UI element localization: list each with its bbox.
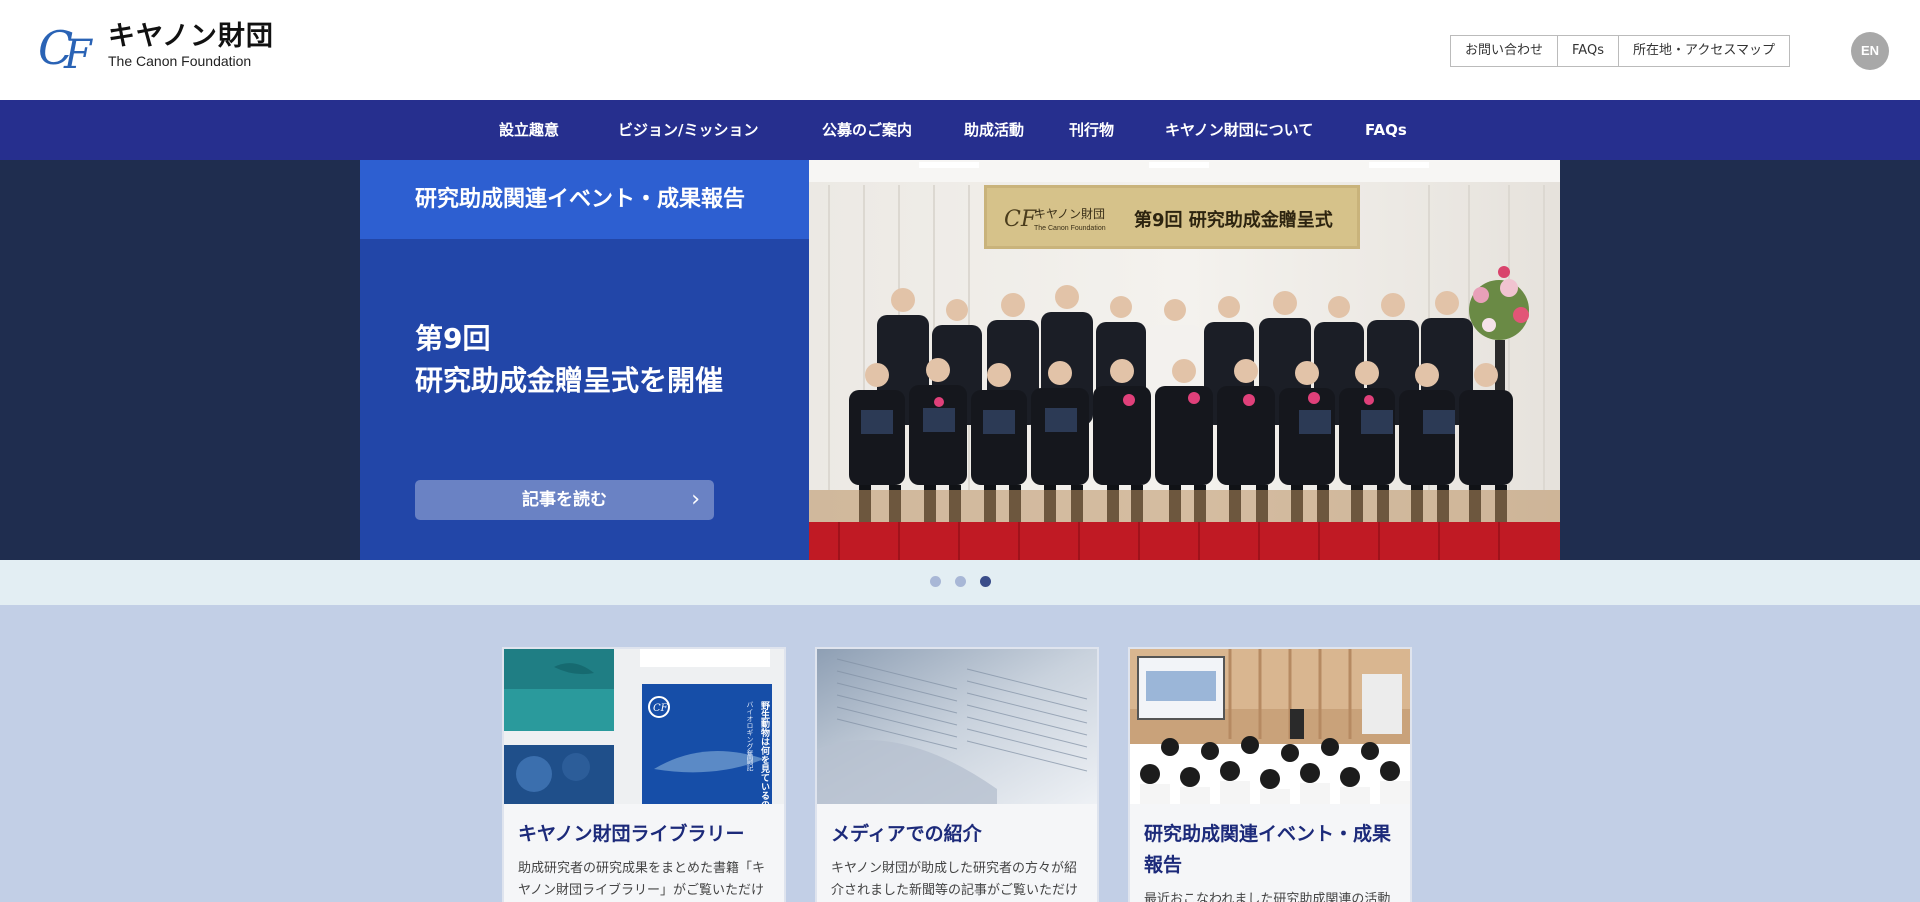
- library-book-title: 野生動物は何を見ているのか: [759, 701, 771, 804]
- cf-logo-icon: C F: [38, 20, 102, 78]
- site-header: C F キヤノン財団 The Canon Foundation お問い合わせ F…: [0, 0, 1920, 100]
- svg-text:F: F: [63, 32, 93, 72]
- nav-item-publications[interactable]: 刊行物: [1069, 100, 1114, 160]
- nav-item-grant-activities[interactable]: 助成活動: [964, 100, 1024, 160]
- nav-item-founding-purpose[interactable]: 設立趣意: [499, 100, 559, 160]
- read-article-button[interactable]: 記事を読む ›: [415, 480, 714, 520]
- photo-banner-text: 第9回 研究助成金贈呈式: [1134, 209, 1333, 231]
- card-events-text: 最近おこなわれました研究助成関連の活動: [1144, 892, 1391, 902]
- hero-title: 第9回 研究助成金贈呈式を開催: [415, 318, 723, 402]
- hero-text-panel: 研究助成関連イベント・成果報告 第9回 研究助成金贈呈式を開催 記事を読む ›: [360, 160, 809, 560]
- svg-text:CF: CF: [1004, 207, 1037, 232]
- card-media[interactable]: メディアでの紹介 キヤノン財団が助成した研究者の方々が紹介されました新聞等の記事…: [815, 647, 1099, 902]
- read-article-label: 記事を読む: [522, 490, 607, 510]
- contact-link[interactable]: お問い合わせ: [1451, 36, 1559, 66]
- library-book-subtitle: バイオロギング奮闘記: [746, 701, 754, 772]
- card-media-text: キヤノン財団が助成した研究者の方々が紹介されました新聞等の記事がご覧いただけ: [831, 861, 1079, 898]
- slider-pagination: [0, 560, 1920, 605]
- utility-links: お問い合わせ FAQs 所在地・アクセスマップ: [1450, 35, 1790, 67]
- global-nav: 設立趣意 ビジョン/ミッション 公募のご案内 助成活動 刊行物 キヤノン財団につ…: [0, 100, 1920, 160]
- nav-item-about[interactable]: キヤノン財団について: [1165, 100, 1313, 160]
- slider-dot-3[interactable]: [980, 576, 991, 587]
- faqs-link[interactable]: FAQs: [1558, 36, 1619, 66]
- card-events[interactable]: 研究助成関連イベント・成果報告 最近おこなわれました研究助成関連の活動: [1128, 647, 1412, 902]
- newspaper-image: [817, 649, 1097, 804]
- access-map-link[interactable]: 所在地・アクセスマップ: [1619, 36, 1789, 66]
- hero-slider: 研究助成関連イベント・成果報告 第9回 研究助成金贈呈式を開催 記事を読む ›: [0, 160, 1920, 560]
- hero-photo[interactable]: CF キヤノン財団 The Canon Foundation 第9回 研究助成金…: [809, 160, 1560, 560]
- card-library-title: キヤノン財団ライブラリー: [518, 823, 745, 845]
- card-events-title: 研究助成関連イベント・成果報告: [1144, 823, 1392, 876]
- chevron-right-icon: ›: [691, 487, 700, 512]
- logo-en-text: The Canon Foundation: [108, 53, 252, 69]
- nav-item-vision-mission[interactable]: ビジョン/ミッション: [618, 100, 758, 160]
- site-logo[interactable]: C F キヤノン財団 The Canon Foundation: [38, 20, 274, 78]
- card-library[interactable]: CF 野生動物は何を見ているのか バイオロギング奮闘記 キヤノン財団ライブラリー…: [502, 647, 786, 902]
- hero-title-line1: 第9回: [415, 322, 491, 355]
- nav-item-grant-application[interactable]: 公募のご案内: [822, 100, 912, 160]
- slider-dot-2[interactable]: [955, 576, 966, 587]
- hero-category-tag: 研究助成関連イベント・成果報告: [360, 160, 809, 239]
- language-switch-button[interactable]: EN: [1851, 32, 1889, 70]
- library-books-image: CF 野生動物は何を見ているのか バイオロギング奮闘記: [504, 649, 784, 804]
- svg-text:CF: CF: [653, 703, 669, 714]
- seminar-photo: [1130, 649, 1410, 804]
- feature-cards-section: CF 野生動物は何を見ているのか バイオロギング奮闘記 キヤノン財団ライブラリー…: [0, 605, 1920, 902]
- photo-banner-logo-en: The Canon Foundation: [1034, 225, 1106, 232]
- photo-banner-logo: キヤノン財団: [1034, 206, 1105, 221]
- card-library-text: 助成研究者の研究成果をまとめた書籍「キヤノン財団ライブラリー」がご覧いただけ: [518, 861, 766, 898]
- nav-item-faqs[interactable]: FAQs: [1365, 100, 1407, 160]
- logo-jp-text: キヤノン財団: [108, 21, 274, 52]
- slider-dot-1[interactable]: [930, 576, 941, 587]
- hero-title-line2: 研究助成金贈呈式を開催: [415, 364, 724, 397]
- card-media-title: メディアでの紹介: [831, 823, 982, 845]
